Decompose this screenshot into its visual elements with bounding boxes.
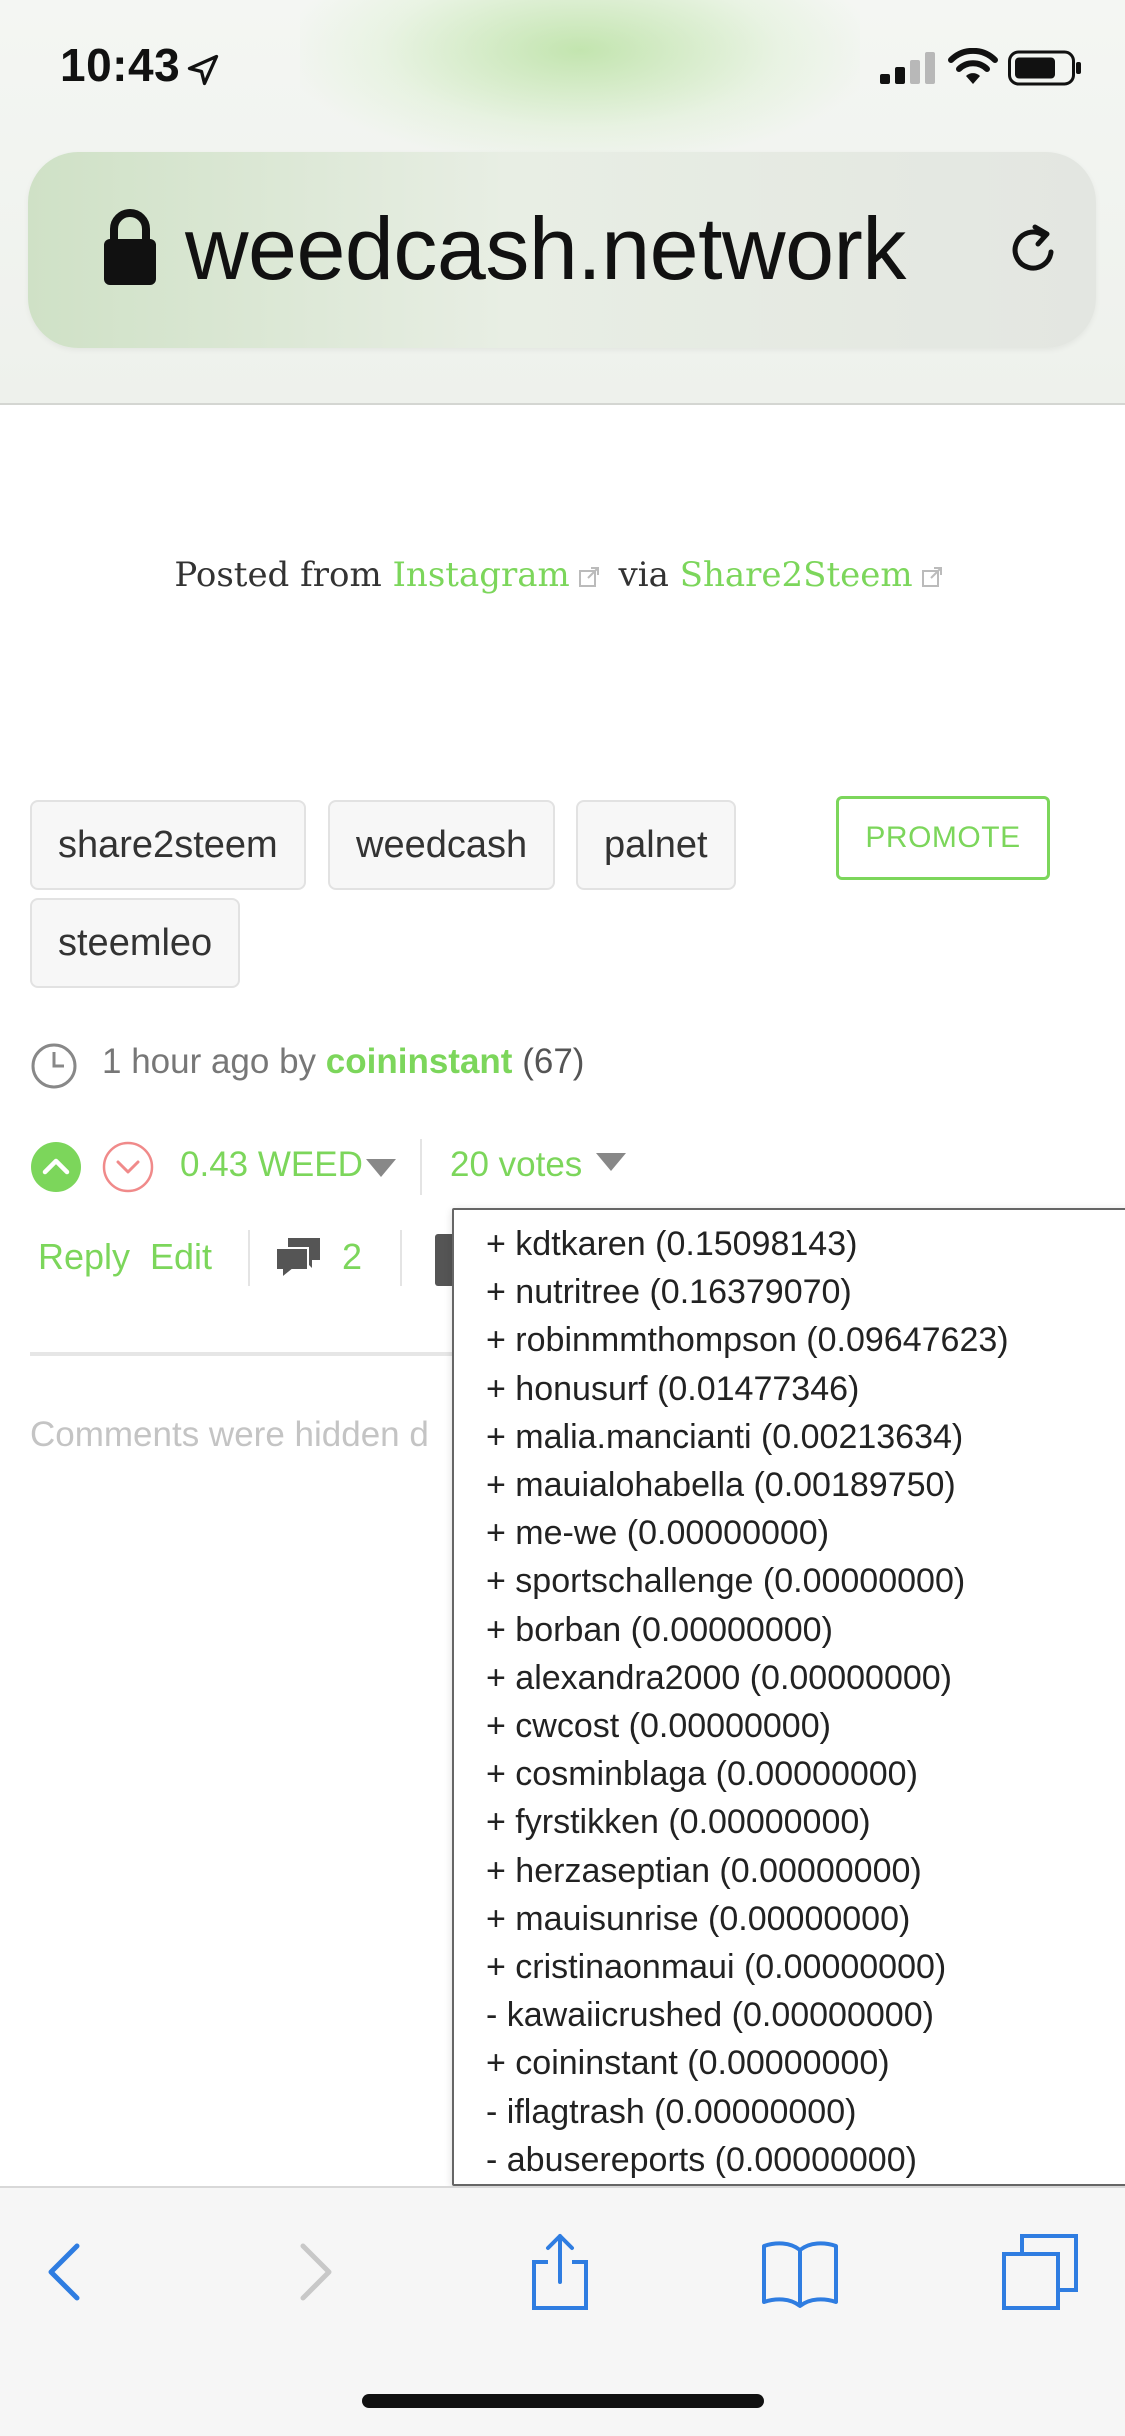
bookmarks-icon[interactable] <box>760 2232 840 2312</box>
voter-item[interactable]: + me-we (0.00000000) <box>486 1509 1125 1557</box>
voter-item[interactable]: + alexandra2000 (0.00000000) <box>486 1654 1125 1702</box>
divider <box>400 1230 402 1286</box>
section-divider <box>30 1352 470 1356</box>
share-icon[interactable] <box>520 2232 600 2312</box>
tag-palnet[interactable]: palnet <box>576 800 736 890</box>
downvote-icon[interactable] <box>102 1141 154 1193</box>
status-time: 10:43 <box>60 39 181 91</box>
wifi-icon <box>948 48 998 84</box>
voter-item[interactable]: + kdtkaren (0.15098143) <box>486 1220 1125 1268</box>
voter-item[interactable]: - abusereports (0.00000000) <box>486 2136 1125 2184</box>
comments-hidden-note: Comments were hidden d <box>30 1415 429 1454</box>
posted-from-line: Posted from Instagram via Share2Steem <box>0 555 1125 595</box>
time-ago: 1 hour ago by <box>102 1042 326 1081</box>
author-reputation: (67) <box>512 1042 585 1081</box>
payout-value[interactable]: 0.43 WEED <box>180 1145 363 1185</box>
comments-icon[interactable] <box>274 1234 324 1280</box>
home-indicator <box>362 2394 764 2408</box>
author-link[interactable]: coininstant <box>326 1042 513 1081</box>
voter-item[interactable]: + robinmmthompson (0.09647623) <box>486 1316 1125 1364</box>
voter-item[interactable]: + borban (0.00000000) <box>486 1606 1125 1654</box>
reload-icon[interactable] <box>1005 222 1061 278</box>
voter-item[interactable]: + honusurf (0.01477346) <box>486 1365 1125 1413</box>
caret-down-icon[interactable] <box>366 1159 396 1177</box>
external-link-icon <box>921 567 942 587</box>
voter-item[interactable]: + cristinaonmaui (0.00000000) <box>486 1943 1125 1991</box>
voter-item[interactable]: + herzaseptian (0.00000000) <box>486 1847 1125 1895</box>
lock-icon <box>104 209 156 285</box>
votes-count[interactable]: 20 votes <box>450 1145 582 1185</box>
voter-item[interactable]: - iflagtrash (0.00000000) <box>486 2088 1125 2136</box>
voter-item[interactable]: + malia.mancianti (0.00213634) <box>486 1413 1125 1461</box>
voter-item[interactable]: + cosminblaga (0.00000000) <box>486 1750 1125 1798</box>
voter-item[interactable]: + cwcost (0.00000000) <box>486 1702 1125 1750</box>
voter-item[interactable]: + mauialohabella (0.00189750) <box>486 1461 1125 1509</box>
tag-steemleo[interactable]: steemleo <box>30 898 241 988</box>
voter-item[interactable]: + fyrstikken (0.00000000) <box>486 1798 1125 1846</box>
forward-icon[interactable] <box>275 2232 355 2312</box>
url-text[interactable]: weedcash.network <box>185 198 906 300</box>
share2steem-link[interactable]: Share2Steem <box>680 555 913 595</box>
voter-item[interactable]: + coininstant (0.00000000) <box>486 2039 1125 2087</box>
location-arrow-icon <box>187 54 219 86</box>
promote-button[interactable]: PROMOTE <box>836 796 1050 880</box>
instagram-link[interactable]: Instagram <box>393 555 570 595</box>
upvote-icon[interactable] <box>30 1141 82 1193</box>
tag-weedcash[interactable]: weedcash <box>328 800 556 890</box>
meta-text: 1 hour ago by coininstant (67) <box>102 1042 584 1082</box>
reply-link[interactable]: Reply <box>38 1236 130 1278</box>
tabs-icon[interactable] <box>1000 2232 1080 2312</box>
battery-icon <box>1008 50 1081 86</box>
back-icon[interactable] <box>25 2232 105 2312</box>
posted-prefix: Posted from <box>174 555 393 595</box>
voter-item[interactable]: - kawaiicrushed (0.00000000) <box>486 1991 1125 2039</box>
voter-item[interactable]: + mauisunrise (0.00000000) <box>486 1895 1125 1943</box>
voter-item[interactable]: + nutritree (0.16379070) <box>486 1268 1125 1316</box>
divider <box>420 1139 422 1195</box>
background-glow <box>300 0 860 160</box>
post-actions: Reply Edit 2 <box>30 1230 470 1290</box>
via-text: via <box>607 555 680 595</box>
caret-down-icon[interactable] <box>596 1153 626 1171</box>
voter-item[interactable]: + sportschallenge (0.00000000) <box>486 1557 1125 1605</box>
comment-count[interactable]: 2 <box>342 1236 362 1278</box>
cellular-signal-icon <box>880 52 935 84</box>
clock-icon <box>31 1043 77 1089</box>
tag-share2steem[interactable]: share2steem <box>30 800 306 890</box>
vote-row: 0.43 WEED 20 votes <box>30 1135 1110 1195</box>
voters-dropdown: + kdtkaren (0.15098143) + nutritree (0.1… <box>452 1208 1125 2186</box>
divider <box>248 1230 250 1286</box>
edit-link[interactable]: Edit <box>150 1236 212 1278</box>
external-link-icon <box>578 567 599 587</box>
